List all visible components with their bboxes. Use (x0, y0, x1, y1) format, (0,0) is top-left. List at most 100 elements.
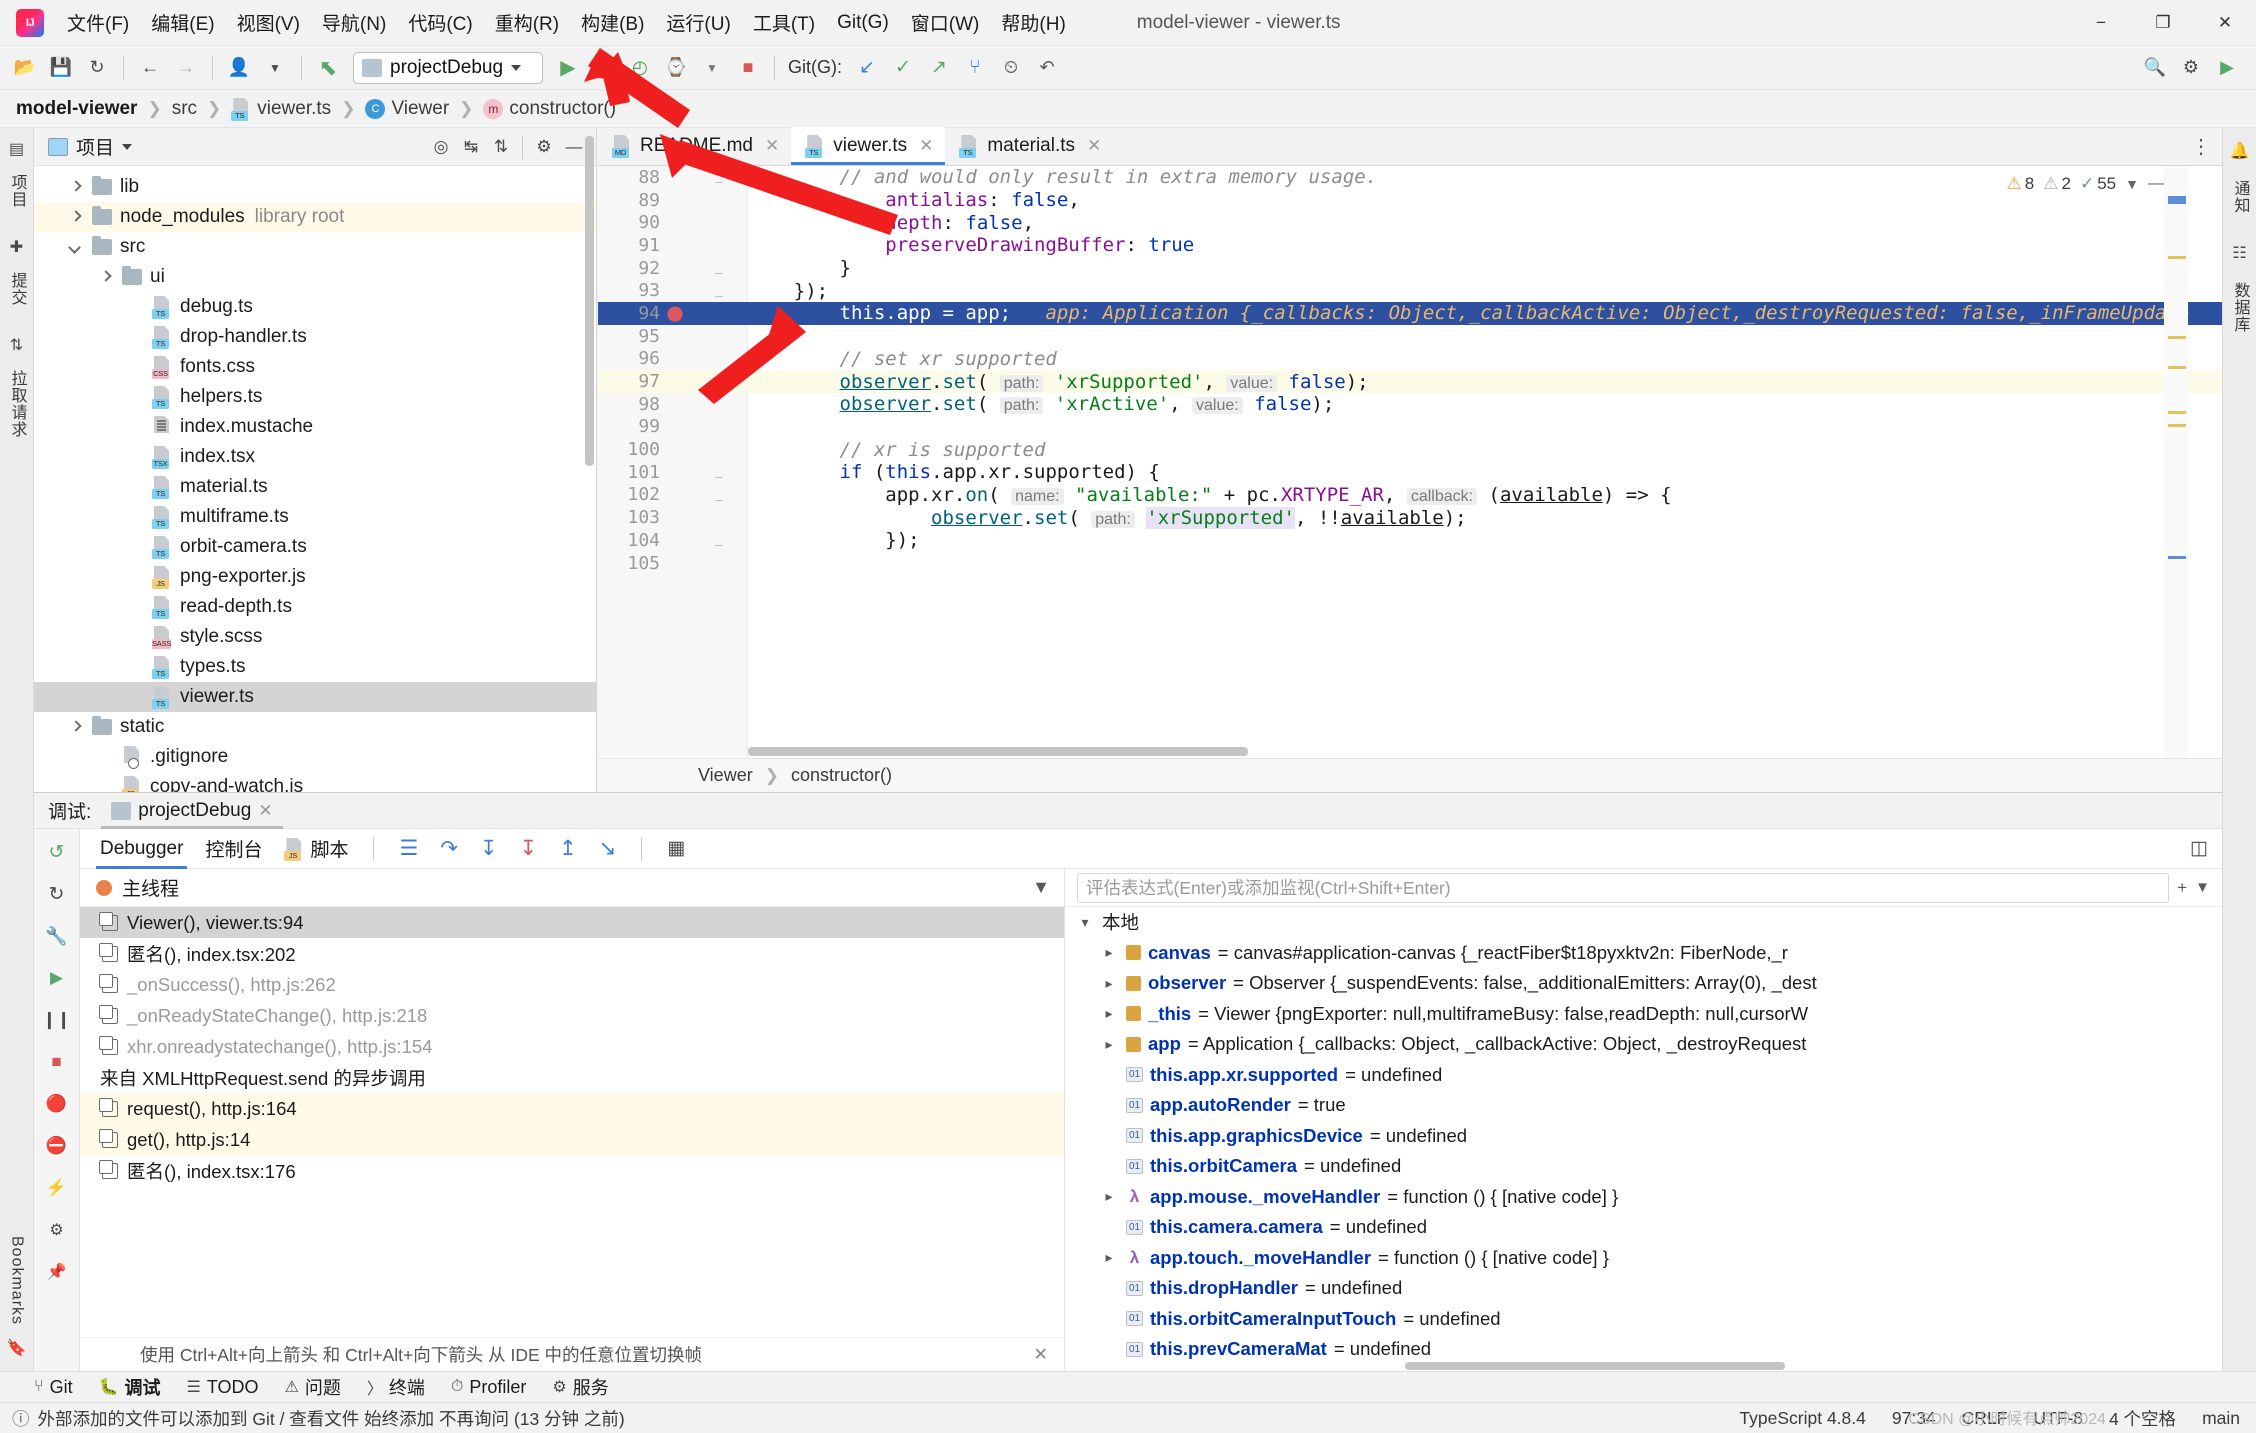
breadcrumb-file[interactable]: viewer.ts (257, 98, 331, 120)
collapse-all-icon[interactable]: ⇅ (487, 134, 515, 160)
editor-status-class[interactable]: Viewer (698, 765, 753, 786)
evaluate-icon[interactable]: ⚡ (44, 1173, 70, 1203)
code-line[interactable]: 88 ⚊ // and would only result in extra me… (598, 166, 2222, 189)
editor-tab-readme[interactable]: MD README.md ✕ (598, 127, 791, 165)
menu-tools[interactable]: 工具(T) (742, 5, 826, 40)
debug-tab-debugger[interactable]: Debugger (96, 829, 188, 869)
code-line[interactable]: 99 (598, 416, 2222, 439)
evaluate-expression-icon[interactable]: ▦ (663, 837, 689, 860)
tree-item-lib[interactable]: lib (34, 172, 596, 202)
breadcrumb-project[interactable]: model-viewer (16, 98, 137, 120)
inspection-more-icon[interactable]: — (2148, 175, 2164, 193)
resume-icon[interactable]: ▶ (44, 963, 70, 993)
notifications-icon[interactable]: 🔔 (2227, 136, 2253, 166)
chevron-right-icon[interactable]: ▸ (1099, 944, 1119, 961)
chevron-right-icon[interactable]: ▸ (1099, 1188, 1119, 1205)
menu-git[interactable]: Git(G) (826, 8, 900, 38)
bookmark-icon[interactable]: 🔖 (4, 1333, 30, 1363)
var-app[interactable]: ▸ app = Application {_callbacks: Object, _… (1065, 1029, 2222, 1060)
git-update-icon[interactable]: ↙ (850, 52, 884, 84)
debug-session-tab[interactable]: projectDebug ✕ (101, 793, 283, 829)
code-line[interactable]: 101 ⚊ if (this.app.xr.supported) { (598, 461, 2222, 484)
close-icon[interactable]: ✕ (765, 136, 779, 156)
frame-anon-176[interactable]: 匿名(), index.tsx:176 (80, 1155, 1064, 1186)
stop-session-icon[interactable]: ■ (44, 1047, 70, 1077)
var-app-xr-supported[interactable]: 01 this.app.xr.supported = undefined (1065, 1060, 2222, 1091)
run-to-cursor-icon[interactable]: ↘ (595, 836, 621, 861)
code-editor[interactable]: 88 ⚊ // and would only result in extra me… (598, 166, 2222, 758)
add-watch-icon[interactable]: + (2169, 878, 2195, 898)
sync-icon[interactable]: ↻ (80, 52, 114, 84)
tree-item-orbit-camera-ts[interactable]: TS orbit-camera.ts (34, 532, 596, 562)
code-line[interactable]: 102 ⚊ app.xr.on( name: "available:" + pc.… (598, 484, 2222, 507)
code-line[interactable]: 98 observer.set( path: 'xrActive', value… (598, 393, 2222, 416)
var-camera-camera[interactable]: 01 this.camera.camera = undefined (1065, 1212, 2222, 1243)
code-lines[interactable]: 88 ⚊ // and would only result in extra me… (598, 166, 2222, 758)
code-line[interactable]: 91 preserveDrawingBuffer: true (598, 234, 2222, 257)
editor-status-method[interactable]: constructor() (791, 765, 892, 786)
pause-icon[interactable]: ❙❙ (42, 1005, 71, 1035)
window-minimize-button[interactable]: − (2070, 0, 2132, 46)
git-commit-icon[interactable]: ✓ (886, 52, 920, 84)
tree-item-helpers-ts[interactable]: TS helpers.ts (34, 382, 596, 412)
close-icon[interactable]: ✕ (258, 801, 272, 821)
code-line[interactable]: 95 (598, 325, 2222, 348)
pin-icon[interactable]: 📌 (44, 1257, 70, 1287)
tree-item-read-depth-ts[interactable]: TS read-depth.ts (34, 592, 596, 622)
var-touch-movehandler[interactable]: ▸ λ app.touch._moveHandler = function () { … (1065, 1243, 2222, 1274)
layout-settings-icon[interactable]: ◫ (2190, 838, 2208, 859)
frame-async-header[interactable]: 来自 XMLHttpRequest.send 的异步调用 (80, 1062, 1064, 1093)
editor-tabs-more-icon[interactable]: ⋮ (2191, 134, 2212, 159)
save-all-icon[interactable]: 💾 (44, 52, 78, 84)
thread-selector[interactable]: 主线程 ▼ (80, 869, 1064, 907)
code-line[interactable]: 90 depth: false, (598, 211, 2222, 234)
variables-horizontal-scrollbar[interactable] (1405, 1362, 1785, 1370)
fold-marker[interactable]: ⚊ (690, 257, 748, 279)
menu-file[interactable]: 文件(F) (56, 5, 140, 40)
fold-marker[interactable]: ⚊ (690, 166, 748, 188)
code-line[interactable]: 92 ⚊ } (598, 257, 2222, 280)
git-push-icon[interactable]: ↗ (922, 52, 956, 84)
menu-build[interactable]: 构建(B) (570, 5, 655, 40)
project-settings-gear-icon[interactable]: ⚙ (530, 134, 558, 160)
breakpoint-marker[interactable]: ⬤ (660, 304, 690, 322)
tree-item-style-scss[interactable]: SASS style.scss (34, 622, 596, 652)
toolwindow-debug[interactable]: 🐛 调试 (99, 1374, 161, 1400)
database-icon[interactable]: ☷ (2227, 238, 2253, 268)
code-line[interactable]: 105 (598, 552, 2222, 575)
tree-item-viewer-ts[interactable]: TS viewer.ts (34, 682, 596, 712)
menu-view[interactable]: 视图(V) (226, 5, 311, 40)
var-observer[interactable]: ▸ observer = Observer {_suspendEvents: fal… (1065, 968, 2222, 999)
git-history-icon[interactable]: ⏲ (994, 52, 1028, 84)
menu-edit[interactable]: 编辑(E) (140, 5, 225, 40)
menu-navigate[interactable]: 导航(N) (311, 5, 397, 40)
toolwindow-git[interactable]: ⑂ Git (34, 1377, 73, 1398)
stop-icon[interactable]: ■ (731, 52, 765, 84)
var-mouse-movehandler[interactable]: ▸ λ app.mouse._moveHandler = function () { … (1065, 1182, 2222, 1213)
chevron-right-icon[interactable]: ▸ (1099, 1005, 1119, 1022)
tree-item-index-mustache[interactable]: index.mustache (34, 412, 596, 442)
var-drophandler[interactable]: 01 this.dropHandler = undefined (1065, 1273, 2222, 1304)
navigate-back-icon[interactable]: ← (133, 52, 167, 84)
menu-window[interactable]: 窗口(W) (900, 5, 991, 40)
toolwindow-profiler[interactable]: ⏱ Profiler (451, 1377, 527, 1398)
inspection-widget[interactable]: ⚠ 8 ⚠ 2 ✓ 55 ▼ — (2007, 174, 2164, 194)
rail-project[interactable]: 项目 (3, 166, 31, 216)
window-close-button[interactable]: ✕ (2194, 0, 2256, 46)
code-line[interactable]: 93 ⚊ }); (598, 279, 2222, 302)
var-orbitcamera[interactable]: 01 this.orbitCamera = undefined (1065, 1151, 2222, 1182)
menu-help[interactable]: 帮助(H) (990, 5, 1076, 40)
fold-marker[interactable]: ⚊ (690, 461, 748, 483)
run-button-icon[interactable]: ▶ (551, 52, 585, 84)
tree-item-ui[interactable]: ui (34, 262, 596, 292)
restart-icon[interactable]: ↻ (44, 879, 70, 909)
frame-get[interactable]: get(), http.js:14 (80, 1124, 1064, 1155)
tree-item-material-ts[interactable]: TS material.ts (34, 472, 596, 502)
debug-tab-scripts[interactable]: JS 脚本 (280, 829, 352, 869)
locate-file-icon[interactable]: ◎ (427, 134, 455, 160)
close-hint-icon[interactable]: ✕ (1033, 1344, 1064, 1365)
status-typescript[interactable]: TypeScript 4.8.4 (1739, 1408, 1865, 1429)
var-prevcameramat[interactable]: 01 this.prevCameraMat = undefined (1065, 1334, 2222, 1365)
toolwindow-todo[interactable]: ☰ TODO (187, 1377, 259, 1398)
frame-request[interactable]: request(), http.js:164 (80, 1093, 1064, 1124)
